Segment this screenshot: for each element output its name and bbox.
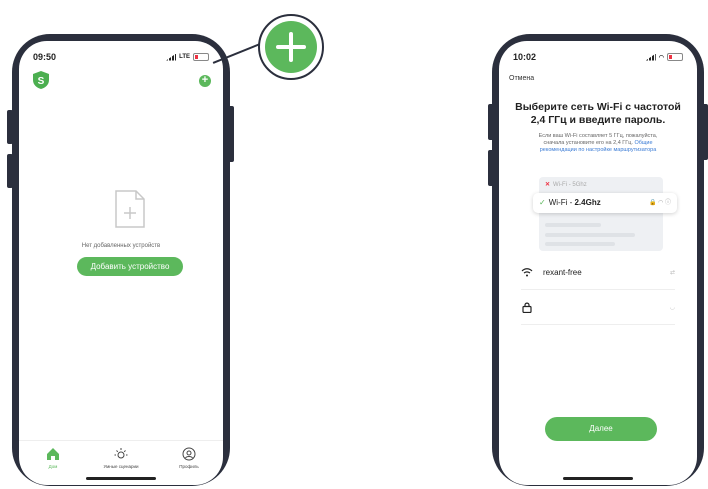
wifi-5ghz-option: ✕ Wi-Fi - 5Ghz bbox=[545, 181, 587, 188]
subtitle-line: Если ваш Wi-Fi составляет 5 ГГц, пожалуй… bbox=[538, 133, 658, 139]
title-line: 2,4 ГГц и введите пароль. bbox=[530, 114, 666, 126]
empty-document-icon bbox=[115, 190, 145, 228]
status-bar: 10:02 ◠ bbox=[513, 50, 683, 64]
empty-state-text: Нет добавленных устройств bbox=[81, 243, 161, 249]
cross-icon: ✕ bbox=[545, 182, 551, 188]
add-device-plus-button[interactable]: + bbox=[199, 75, 211, 87]
lock-wifi-info-icons: 🔒 ◠ ⓘ bbox=[648, 200, 671, 206]
sun-icon bbox=[114, 448, 128, 459]
title-line: Выберите сеть Wi-Fi с частотой bbox=[515, 101, 681, 113]
signal-icon bbox=[645, 53, 656, 61]
app-logo-icon: S bbox=[33, 71, 49, 89]
check-icon: ✓ bbox=[539, 198, 546, 207]
left-phone-screen: 09:50 LTE S + Нет добавленных устройств … bbox=[19, 41, 223, 485]
signal-icon bbox=[166, 53, 177, 61]
battery-icon bbox=[193, 53, 209, 61]
show-password-icon[interactable]: ◡ bbox=[670, 304, 675, 311]
tab-profile[interactable]: Профиль bbox=[159, 441, 219, 485]
router-guide-link[interactable]: Общие bbox=[634, 140, 652, 146]
subtitle-line: сначала установите его на 2,4 ГГц. bbox=[543, 140, 633, 146]
page-title: Выберите сеть Wi-Fi с частотой 2,4 ГГц и… bbox=[515, 101, 681, 127]
svg-text:S: S bbox=[38, 76, 45, 87]
network-label: LTE bbox=[179, 54, 190, 60]
wifi-network-field[interactable]: rexant-free ⇄ bbox=[521, 261, 675, 283]
right-phone-screen: 10:02 ◠ Отмена Выберите сеть Wi-Fi с час… bbox=[499, 41, 697, 485]
wifi-24ghz-option: ✓ Wi-Fi - 2.4Ghz 🔒 ◠ ⓘ bbox=[533, 193, 677, 213]
wifi-icon bbox=[521, 268, 533, 277]
lock-icon bbox=[522, 302, 532, 313]
status-bar: 09:50 LTE bbox=[33, 50, 209, 64]
wifi-24-prefix: Wi-Fi - bbox=[548, 198, 575, 207]
home-icon bbox=[47, 448, 59, 460]
divider bbox=[521, 289, 675, 290]
switch-network-icon[interactable]: ⇄ bbox=[670, 269, 675, 276]
wifi-5ghz-label: Wi-Fi - 5Ghz bbox=[553, 182, 587, 188]
password-field[interactable]: ◡ bbox=[521, 296, 675, 318]
profile-icon bbox=[182, 447, 196, 461]
wifi-status-icon: ◠ bbox=[658, 54, 664, 61]
battery-icon bbox=[667, 53, 683, 61]
page-subtitle: Если ваш Wi-Fi составляет 5 ГГц, пожалуй… bbox=[517, 133, 679, 154]
cancel-button[interactable]: Отмена bbox=[509, 75, 534, 82]
placeholder-row bbox=[545, 242, 615, 246]
zoomed-plus-icon bbox=[258, 14, 324, 80]
tab-home[interactable]: Дом bbox=[23, 441, 83, 485]
tab-label: Умные сценарии bbox=[103, 464, 139, 469]
next-button[interactable]: Далее bbox=[545, 417, 657, 441]
placeholder-row bbox=[545, 223, 601, 227]
divider bbox=[521, 324, 675, 325]
status-time: 09:50 bbox=[33, 52, 57, 62]
status-time: 10:02 bbox=[513, 52, 537, 62]
wifi-network-name: rexant-free bbox=[543, 267, 582, 277]
wifi-illustration bbox=[539, 177, 663, 251]
placeholder-row bbox=[545, 233, 635, 237]
router-guide-link[interactable]: рекомендации по настройке маршрутизатора bbox=[517, 147, 679, 154]
tab-label: Профиль bbox=[179, 464, 199, 469]
tab-label: Дом bbox=[48, 464, 58, 469]
home-indicator bbox=[86, 477, 156, 480]
wifi-24-band: 2.4Ghz bbox=[574, 198, 601, 207]
add-device-button[interactable]: Добавить устройство bbox=[77, 257, 183, 276]
home-indicator bbox=[563, 477, 633, 480]
